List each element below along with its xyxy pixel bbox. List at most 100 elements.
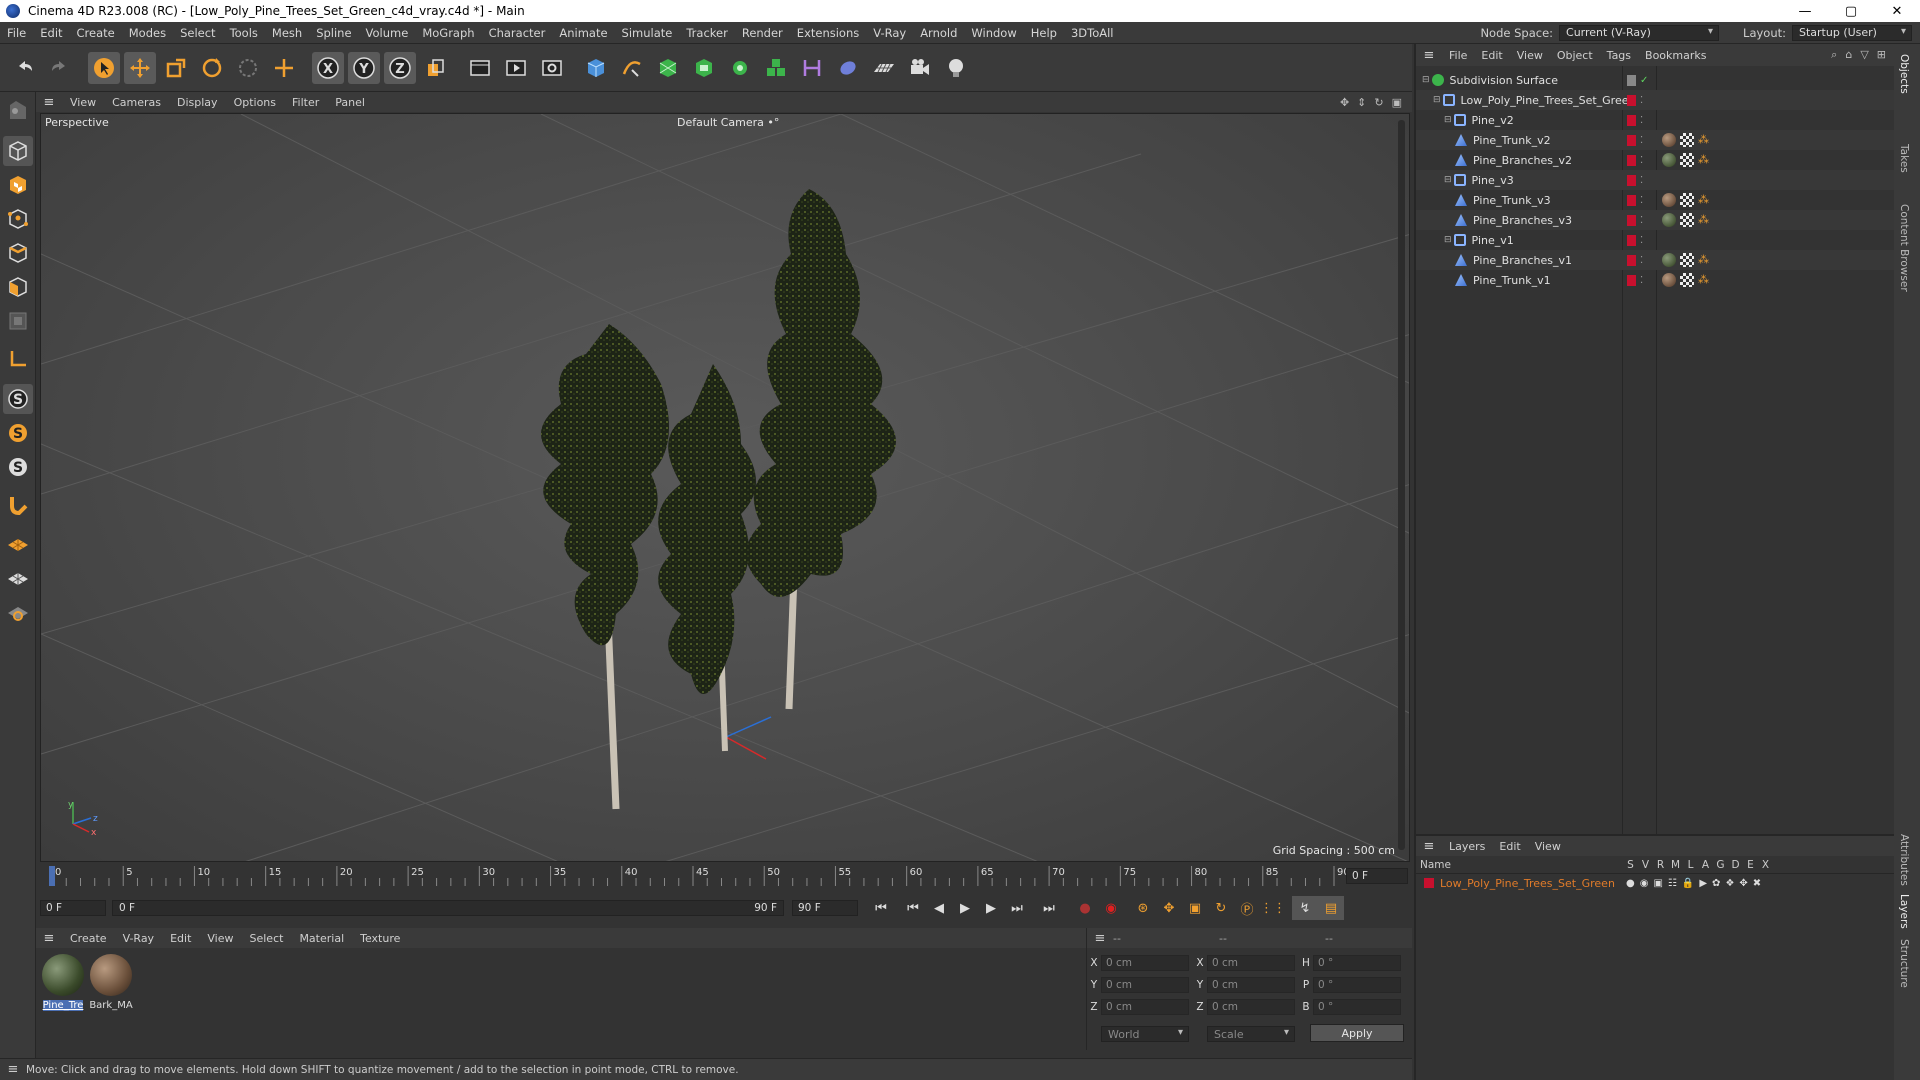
next-key-icon[interactable]: ⏭ xyxy=(1004,896,1030,920)
record-off-icon[interactable]: ● xyxy=(1072,896,1098,920)
viewport-menu-filter[interactable]: Filter xyxy=(284,96,327,109)
object-name[interactable]: Low_Poly_Pine_Trees_Set_Green xyxy=(1461,94,1636,107)
transform-tool-icon[interactable] xyxy=(268,52,300,84)
key-position-icon[interactable]: ✥ xyxy=(1156,896,1182,920)
material-menu-material[interactable]: Material xyxy=(291,932,352,945)
material-menu-edit[interactable]: Edit xyxy=(162,932,199,945)
keyframe-selection-icon[interactable]: ⊛ xyxy=(1130,896,1156,920)
viewport-camera-name[interactable]: Default Camera •° xyxy=(677,116,779,129)
rotate-tool-icon[interactable] xyxy=(196,52,228,84)
rotation-b-field[interactable]: 0 ° xyxy=(1313,999,1401,1015)
object-row[interactable]: ⊟ Subdivision Surface ✓ xyxy=(1416,70,1896,90)
layer-color-flag[interactable] xyxy=(1627,234,1636,246)
uvw-tag-icon[interactable] xyxy=(1680,253,1694,267)
start-frame-field[interactable]: 0 F xyxy=(40,900,106,916)
viewport-scrollbar[interactable] xyxy=(1398,120,1405,850)
menu-arnold[interactable]: Arnold xyxy=(913,26,964,40)
pen-spline-icon[interactable] xyxy=(616,52,648,84)
menu-simulate[interactable]: Simulate xyxy=(615,26,680,40)
object-name[interactable]: Pine_Trunk_v3 xyxy=(1473,194,1551,207)
layer-flag-header[interactable]: S xyxy=(1626,859,1635,871)
object-name[interactable]: Pine_Branches_v3 xyxy=(1473,214,1572,227)
object-row[interactable]: ⊟ Pine_v2 ⁚ xyxy=(1416,110,1896,130)
menu-mesh[interactable]: Mesh xyxy=(265,26,309,40)
coordinate-mode-dropdown[interactable]: World xyxy=(1101,1026,1189,1042)
object-row[interactable]: Pine_Branches_v3 ⁚ ⁂ xyxy=(1416,210,1896,230)
visibility-dots-icon[interactable]: ⁚ xyxy=(1640,155,1644,166)
x-axis-icon[interactable]: X xyxy=(312,51,344,84)
rotation-p-field[interactable]: 0 ° xyxy=(1313,977,1401,993)
selection-tag-icon[interactable]: ⁂ xyxy=(1698,193,1712,207)
field-icon[interactable] xyxy=(832,52,864,84)
coordinates-hamburger-icon[interactable]: ≡ xyxy=(1087,931,1113,946)
object-filter-icon[interactable]: ▽ xyxy=(1860,48,1868,62)
go-to-end-icon[interactable]: ⏭ xyxy=(1036,896,1062,920)
visibility-dots-icon[interactable]: ⁚ xyxy=(1640,215,1644,226)
object-home-icon[interactable]: ⌂ xyxy=(1845,48,1852,62)
menu-edit[interactable]: Edit xyxy=(33,26,69,40)
edges-mode-icon[interactable] xyxy=(3,238,33,268)
key-scale-icon[interactable]: ▣ xyxy=(1182,896,1208,920)
texture-mode-icon[interactable] xyxy=(3,170,33,200)
viewport-dolly-icon[interactable]: ⇕ xyxy=(1357,96,1366,109)
menu-vray[interactable]: V-Ray xyxy=(866,26,913,40)
object-name[interactable]: Pine_Trunk_v2 xyxy=(1473,134,1551,147)
key-rotation-icon[interactable]: ↻ xyxy=(1208,896,1234,920)
uvw-tag-icon[interactable] xyxy=(1680,213,1694,227)
object-row[interactable]: ⊟ Pine_v3 ⁚ xyxy=(1416,170,1896,190)
viewport-menu-view[interactable]: View xyxy=(62,96,104,109)
layer-row[interactable]: Low_Poly_Pine_Trees_Set_Green ● ◉ ▣ ☷ 🔒 … xyxy=(1416,874,1894,892)
layer-color-swatch[interactable] xyxy=(1424,878,1434,888)
redo-icon[interactable] xyxy=(44,52,76,84)
enabled-check-icon[interactable]: ✓ xyxy=(1640,75,1648,86)
rotation-h-field[interactable]: 0 ° xyxy=(1313,955,1401,971)
visibility-dots-icon[interactable]: ⁚ xyxy=(1640,235,1644,246)
mograph-fracture-icon[interactable] xyxy=(760,52,792,84)
object-search-icon[interactable]: ⌕ xyxy=(1831,48,1837,62)
menu-help[interactable]: Help xyxy=(1024,26,1064,40)
polygons-mode-icon[interactable] xyxy=(3,272,33,302)
size-mode-dropdown[interactable]: Scale xyxy=(1207,1026,1295,1042)
position-y-field[interactable]: 0 cm xyxy=(1101,977,1189,993)
position-x-field[interactable]: 0 cm xyxy=(1101,955,1189,971)
menu-volume[interactable]: Volume xyxy=(359,26,416,40)
layer-color-flag[interactable] xyxy=(1627,194,1636,206)
material-hamburger-icon[interactable]: ≡ xyxy=(36,931,62,946)
material-tag-icon[interactable] xyxy=(1662,213,1676,227)
object-name[interactable]: Pine_v2 xyxy=(1472,114,1514,127)
tab-takes[interactable]: Takes xyxy=(1898,144,1910,173)
selection-tag-icon[interactable]: ⁂ xyxy=(1698,253,1712,267)
live-selection-icon[interactable] xyxy=(232,52,264,84)
size-x-field[interactable]: 0 cm xyxy=(1207,955,1295,971)
viewport-menu-cameras[interactable]: Cameras xyxy=(104,96,169,109)
uv-mode-icon[interactable] xyxy=(3,306,33,336)
layer-animation-icon[interactable]: ▶ xyxy=(1699,878,1707,889)
menu-tracker[interactable]: Tracker xyxy=(679,26,735,40)
size-z-field[interactable]: 0 cm xyxy=(1207,999,1295,1015)
object-row[interactable]: Pine_Trunk_v2 ⁚ ⁂ xyxy=(1416,130,1896,150)
uvw-tag-icon[interactable] xyxy=(1680,153,1694,167)
menu-select[interactable]: Select xyxy=(173,26,222,40)
layer-flag-header[interactable]: R xyxy=(1656,859,1665,871)
tab-attributes[interactable]: Attributes xyxy=(1898,834,1910,886)
obj-menu-edit[interactable]: Edit xyxy=(1474,49,1509,62)
size-y-field[interactable]: 0 cm xyxy=(1207,977,1295,993)
selection-tag-icon[interactable]: ⁂ xyxy=(1698,213,1712,227)
material-tag-icon[interactable] xyxy=(1662,153,1676,167)
subdivision-generator-icon[interactable] xyxy=(652,52,684,84)
lock-workplane-icon[interactable] xyxy=(3,596,33,626)
obj-menu-bookmarks[interactable]: Bookmarks xyxy=(1638,49,1713,62)
material-bark[interactable]: Bark_MA xyxy=(88,954,134,1011)
expand-toggle-icon[interactable]: ⊟ xyxy=(1444,175,1452,185)
playhead[interactable] xyxy=(49,866,55,886)
object-row[interactable]: ⊟ Pine_v1 ⁚ xyxy=(1416,230,1896,250)
visibility-dots-icon[interactable]: ⁚ xyxy=(1640,95,1644,106)
close-button[interactable]: ✕ xyxy=(1874,0,1920,22)
viewport-maximize-icon[interactable]: ▣ xyxy=(1392,96,1402,109)
node-space-dropdown[interactable]: Current (V-Ray) xyxy=(1559,24,1720,41)
frame-range-slider[interactable]: 0 F 90 F xyxy=(112,900,784,916)
render-settings-icon[interactable] xyxy=(536,52,568,84)
menu-file[interactable]: File xyxy=(0,26,33,40)
previous-key-icon[interactable]: ⏮ xyxy=(900,896,926,920)
layer-color-flag[interactable] xyxy=(1627,254,1636,266)
